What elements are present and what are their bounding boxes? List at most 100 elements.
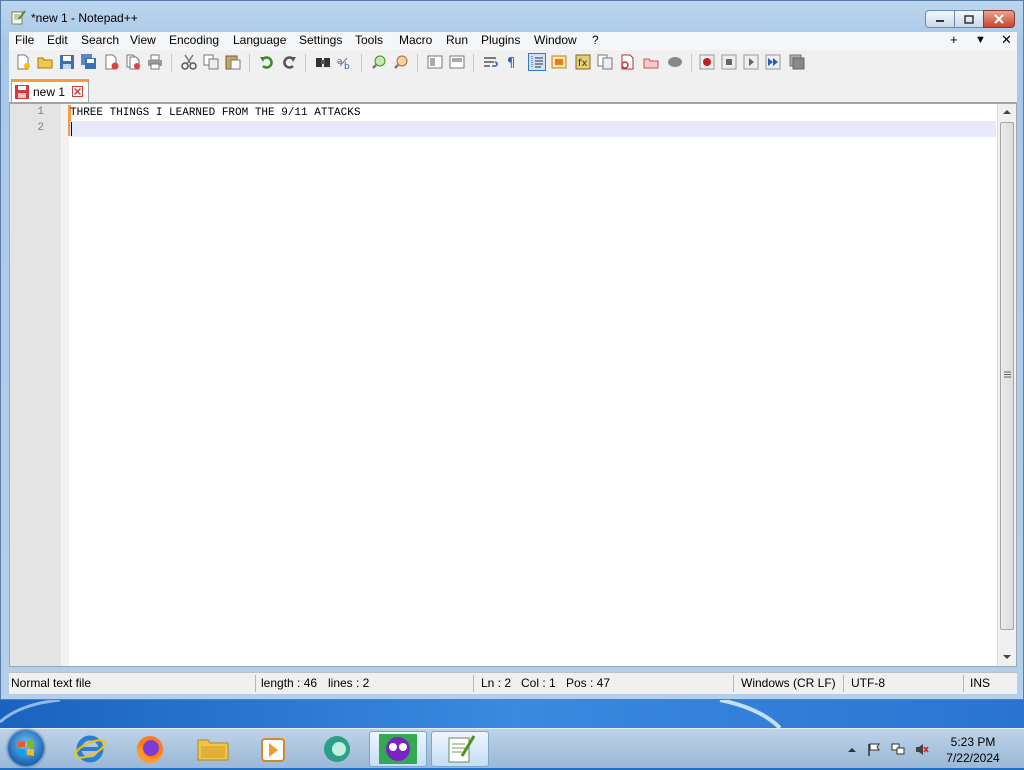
menu-language[interactable]: Language xyxy=(233,33,286,47)
word-wrap-icon[interactable] xyxy=(483,54,499,70)
close-button[interactable] xyxy=(983,10,1015,28)
monitoring-icon[interactable] xyxy=(667,54,683,70)
system-clock[interactable]: 5:23 PM 7/22/2024 xyxy=(938,734,1008,766)
scroll-down-icon[interactable] xyxy=(1003,654,1011,660)
user-defined-language-icon[interactable] xyxy=(551,54,567,70)
macro-play-icon[interactable] xyxy=(743,54,759,70)
status-encoding[interactable]: UTF-8 xyxy=(851,676,885,690)
text-line[interactable]: THREE THINGS I LEARNED FROM THE 9/11 ATT… xyxy=(70,105,360,121)
redo-icon[interactable] xyxy=(281,54,297,70)
menu-help[interactable]: ? xyxy=(592,33,599,47)
windows-logo-icon xyxy=(18,740,34,756)
text-area[interactable]: THREE THINGS I LEARNED FROM THE 9/11 ATT… xyxy=(70,104,996,666)
toolbar: ab ¶ fx xyxy=(9,50,1017,76)
status-separator xyxy=(843,675,844,692)
tab-list-dropdown-button[interactable]: ▼ xyxy=(975,34,986,46)
status-separator xyxy=(255,675,256,692)
start-button[interactable] xyxy=(8,730,44,766)
close-document-button[interactable]: ✕ xyxy=(1001,32,1012,48)
toolbar-separator xyxy=(691,54,692,72)
find-icon[interactable] xyxy=(315,54,331,70)
close-file-icon[interactable] xyxy=(103,54,119,70)
volume-muted-icon[interactable] xyxy=(915,743,929,756)
show-all-characters-icon[interactable]: ¶ xyxy=(505,54,521,70)
menu-window[interactable]: Window xyxy=(534,33,577,47)
status-eol-format[interactable]: Windows (CR LF) xyxy=(741,676,836,690)
menu-file[interactable]: File xyxy=(15,33,34,47)
function-list-icon[interactable]: fx xyxy=(575,54,591,70)
status-column: Col : 1 xyxy=(521,676,556,690)
zoom-in-icon[interactable] xyxy=(371,54,387,70)
editor-pane[interactable]: 1 2 THREE THINGS I LEARNED FROM THE 9/11… xyxy=(9,103,1017,667)
scroll-up-icon[interactable] xyxy=(1003,109,1011,115)
close-all-icon[interactable] xyxy=(125,54,141,70)
document-map-icon[interactable] xyxy=(597,54,613,70)
network-icon[interactable] xyxy=(891,743,905,756)
status-lines: lines : 2 xyxy=(328,676,370,690)
macro-save-icon[interactable] xyxy=(789,54,805,70)
svg-text:a: a xyxy=(337,57,343,67)
menu-plugins[interactable]: Plugins xyxy=(481,33,520,47)
menu-settings[interactable]: Settings xyxy=(299,33,342,47)
new-file-icon[interactable] xyxy=(15,54,31,70)
menu-macro[interactable]: Macro xyxy=(399,33,432,47)
copy-icon[interactable] xyxy=(203,54,219,70)
green-app-icon xyxy=(324,736,350,762)
toolbar-separator xyxy=(249,54,250,72)
menu-tools[interactable]: Tools xyxy=(355,33,383,47)
purple-app-icon xyxy=(379,734,417,764)
taskbar-media-player[interactable] xyxy=(244,731,302,767)
taskbar-file-explorer[interactable] xyxy=(184,731,242,767)
notepadpp-app-icon xyxy=(11,10,26,25)
media-player-icon xyxy=(261,738,285,762)
current-line-highlight xyxy=(70,121,996,137)
status-separator xyxy=(733,675,734,692)
taskbar-internet-explorer[interactable] xyxy=(60,731,118,767)
line-number-margin: 1 2 xyxy=(10,104,61,666)
menu-view[interactable]: View xyxy=(130,33,156,47)
undo-icon[interactable] xyxy=(259,54,275,70)
fold-margin[interactable] xyxy=(61,104,69,666)
menu-encoding[interactable]: Encoding xyxy=(169,33,219,47)
maximize-button[interactable] xyxy=(954,10,984,28)
folder-icon xyxy=(197,739,229,761)
indent-guide-icon[interactable] xyxy=(528,53,546,71)
wallpaper-swoosh xyxy=(0,700,782,728)
folder-as-workspace-icon[interactable] xyxy=(619,54,635,70)
minimize-button[interactable] xyxy=(925,10,955,28)
project-panel-icon[interactable] xyxy=(643,54,659,70)
open-file-icon[interactable] xyxy=(37,54,53,70)
cut-icon[interactable] xyxy=(181,54,197,70)
taskbar-app-green[interactable] xyxy=(307,731,365,767)
show-hidden-icons-icon[interactable] xyxy=(845,743,859,756)
print-icon[interactable] xyxy=(147,54,163,70)
taskbar-notepad-plus-plus[interactable] xyxy=(431,731,489,767)
macro-record-icon[interactable] xyxy=(699,54,715,70)
vertical-scrollbar[interactable] xyxy=(997,104,1016,666)
menu-search[interactable]: Search xyxy=(81,33,119,47)
menu-run[interactable]: Run xyxy=(446,33,468,47)
new-tab-plus-button[interactable]: + xyxy=(950,32,958,47)
save-icon[interactable] xyxy=(59,54,75,70)
status-insert-mode[interactable]: INS xyxy=(970,676,990,690)
taskbar-app-purple[interactable] xyxy=(369,731,427,767)
paste-icon[interactable] xyxy=(225,54,241,70)
line-number: 1 xyxy=(37,106,44,118)
macro-run-multiple-icon[interactable] xyxy=(765,54,781,70)
save-all-icon[interactable] xyxy=(81,54,97,70)
menu-edit[interactable]: Edit xyxy=(47,33,68,47)
zoom-out-icon[interactable] xyxy=(393,54,409,70)
sync-horizontal-icon[interactable] xyxy=(449,54,465,70)
action-center-flag-icon[interactable] xyxy=(867,743,881,756)
taskbar-firefox[interactable] xyxy=(121,731,179,767)
replace-icon[interactable]: ab xyxy=(337,54,353,70)
title-bar[interactable]: *new 1 - Notepad++ xyxy=(1,1,1023,33)
sync-vertical-icon[interactable] xyxy=(427,54,443,70)
toolbar-separator xyxy=(417,54,418,72)
tab-close-icon[interactable] xyxy=(72,86,83,97)
grip-icon xyxy=(1004,371,1011,378)
macro-stop-icon[interactable] xyxy=(721,54,737,70)
tab-new-1[interactable]: new 1 xyxy=(11,79,89,102)
window-title: *new 1 - Notepad++ xyxy=(31,11,138,25)
scrollbar-thumb[interactable] xyxy=(1000,122,1014,630)
